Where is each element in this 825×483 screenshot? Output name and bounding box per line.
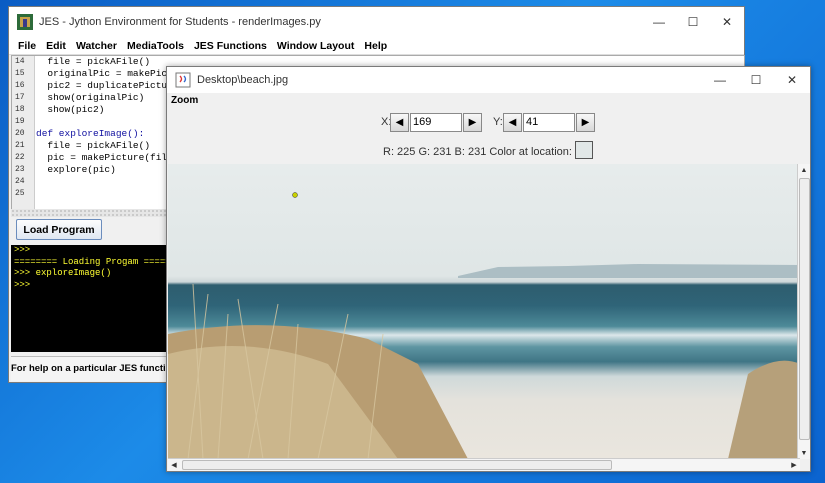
minimize-icon: — [714,73,726,87]
minimize-button[interactable]: — [642,7,676,37]
console-line: >>> [14,279,31,290]
coordinate-controls: X: ◀ 169 ▶ Y: ◀ 41 ▶ [167,113,810,133]
line-number: 15 [15,69,25,78]
triangle-left-icon: ◀ [508,117,517,128]
menu-edit[interactable]: Edit [41,40,71,52]
code-line: file = pickAFile() [36,140,151,151]
line-number: 23 [15,165,25,174]
maximize-icon: ☐ [687,15,699,29]
menu-jes-functions[interactable]: JES Functions [189,40,272,52]
close-button[interactable]: ✕ [710,7,744,37]
console-line: >>> exploreImage() [14,268,112,278]
menu-watcher[interactable]: Watcher [71,40,122,52]
line-number: 16 [15,81,25,90]
menu-file[interactable]: File [13,40,41,52]
line-number: 24 [15,177,25,186]
code-line: explore(pic) [36,164,116,175]
maximize-button[interactable]: ☐ [738,67,774,93]
scroll-right-icon[interactable]: ▶ [788,459,800,471]
beach-photo-drawing [168,192,800,459]
x-coordinate-field[interactable]: 169 [410,113,462,132]
y-decrement-button[interactable]: ◀ [503,113,522,132]
close-button[interactable]: ✕ [774,67,810,93]
y-coordinate-field[interactable]: 41 [523,113,575,132]
jes-window-title: JES - Jython Environment for Students - … [39,16,321,28]
explorer-title-bar[interactable]: Desktop\beach.jpg — ☐ ✕ [167,67,810,93]
line-number: 14 [15,57,25,66]
picture-explorer-window: Desktop\beach.jpg — ☐ ✕ Zoom X: ◀ 169 ▶ … [166,66,811,472]
command-console[interactable]: >>> ======== Loading Progam ======== >>>… [11,245,168,352]
color-readout: R: 225 G: 231 B: 231 Color at location: [383,146,572,158]
menu-zoom[interactable]: Zoom [167,93,810,109]
minimize-icon: — [653,15,665,29]
close-icon: ✕ [786,73,798,87]
console-line: >>> [14,245,31,255]
triangle-right-icon: ▶ [581,117,590,128]
jes-title-bar[interactable]: JES - Jython Environment for Students - … [9,7,744,37]
horizontal-scrollbar[interactable]: ◀ ▶ [168,458,800,471]
vertical-scrollbar[interactable]: ▲ ▼ [797,164,810,459]
cursor-marker [292,192,298,198]
triangle-left-icon: ◀ [395,117,404,128]
load-program-button[interactable]: Load Program [16,219,102,240]
jes-app-icon [17,14,33,30]
explorer-window-title: Desktop\beach.jpg [197,74,289,86]
horizontal-scroll-thumb[interactable] [182,460,612,470]
maximize-button[interactable]: ☐ [676,7,710,37]
menu-mediatools[interactable]: MediaTools [122,40,189,52]
y-increment-button[interactable]: ▶ [576,113,595,132]
code-line: show(pic2) [36,104,105,115]
vertical-scroll-thumb[interactable] [799,178,810,440]
color-info-row: R: 225 G: 231 B: 231 Color at location: [167,143,810,163]
maximize-icon: ☐ [750,73,762,87]
line-number: 19 [15,117,25,126]
code-line: file = pickAFile() [36,56,151,67]
line-number: 21 [15,141,25,150]
line-number: 18 [15,105,25,114]
scroll-left-icon[interactable]: ◀ [168,459,180,471]
beach-image[interactable] [168,164,800,459]
console-line: ======== Loading Progam ======== [14,256,168,267]
color-swatch [575,141,593,159]
line-number: 17 [15,93,25,102]
menu-help[interactable]: Help [359,40,392,52]
minimize-button[interactable]: — [702,67,738,93]
y-label: Y: [493,116,503,128]
x-increment-button[interactable]: ▶ [463,113,482,132]
line-number: 20 [15,129,25,138]
close-icon: ✕ [721,15,733,29]
jes-menu-bar: File Edit Watcher MediaTools JES Functio… [9,37,744,55]
line-number: 22 [15,153,25,162]
code-line: pic = makePicture(file) [36,152,179,163]
triangle-right-icon: ▶ [468,117,477,128]
java-app-icon [175,72,191,88]
menu-window-layout[interactable]: Window Layout [272,40,359,52]
code-line: show(originalPic) [36,92,145,103]
x-decrement-button[interactable]: ◀ [390,113,409,132]
scroll-up-icon[interactable]: ▲ [798,164,810,176]
line-number: 25 [15,189,25,198]
code-line: def exploreImage(): [36,128,145,139]
